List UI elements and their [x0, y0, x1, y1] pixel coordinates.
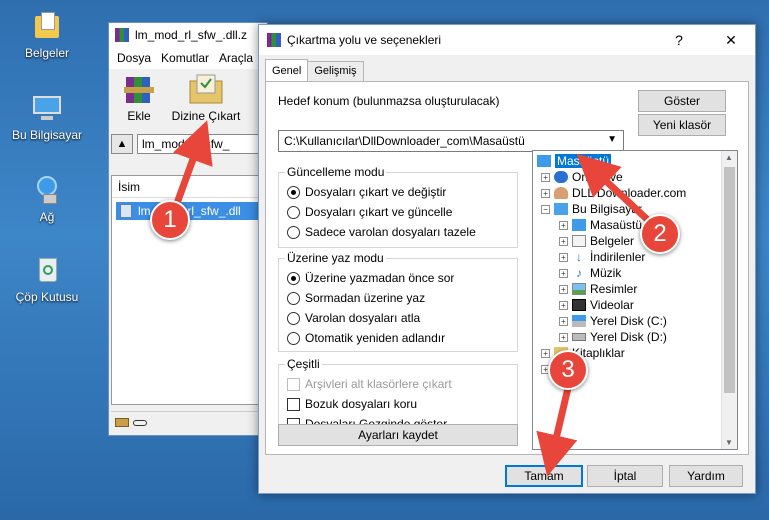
arrow-step-2	[576, 153, 654, 226]
step-badge-1: 1	[150, 200, 190, 240]
annotation-arrows	[172, 120, 654, 477]
arrow-step-3	[536, 384, 578, 477]
step-badge-2: 2	[640, 214, 680, 254]
arrow-step-1	[172, 120, 213, 210]
step-badge-3: 3	[548, 350, 588, 390]
